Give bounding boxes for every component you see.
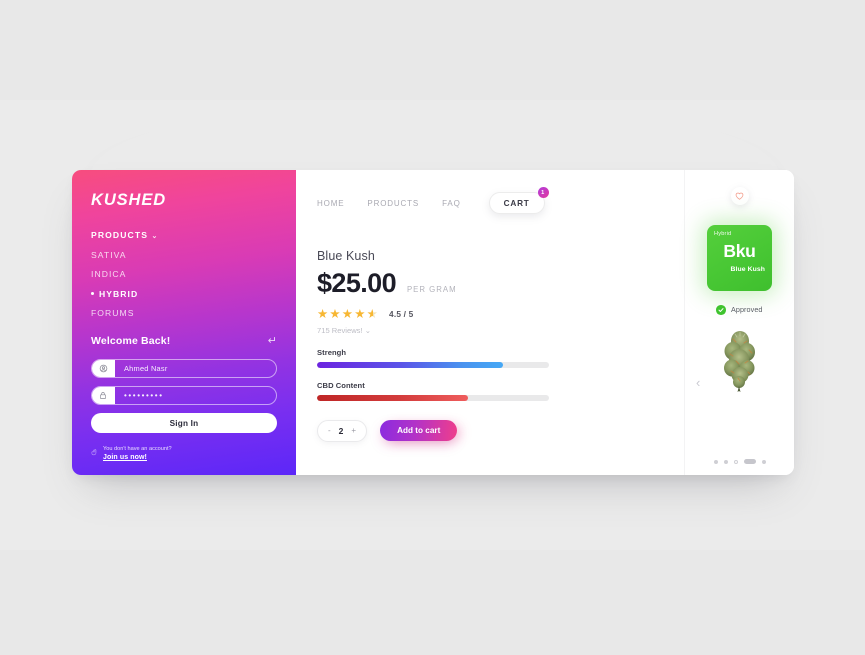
cbd-track: [317, 394, 549, 401]
product-price: $25.00: [317, 268, 397, 298]
app-window: KUSHED PRODUCTS ⌄ SATIVA INDICA HYBRID F…: [72, 170, 794, 475]
star-rating-icon[interactable]: ★★★★★: [317, 308, 379, 321]
welcome-title: Welcome Back!: [91, 334, 171, 347]
check-circle-icon: [716, 305, 726, 315]
quantity-value: 2: [338, 425, 344, 436]
main-content: HOME PRODUCTS FAQ CART 1 Blue Kush $25.0…: [296, 170, 794, 475]
signup-row: You don't have an account? Join us now!: [91, 444, 277, 462]
sidebar-item-indica[interactable]: INDICA: [91, 269, 277, 279]
sidebar-item-label: HYBRID: [99, 288, 139, 299]
approved-badge: Approved: [716, 305, 762, 315]
username-value: Ahmed Nasr: [124, 364, 168, 373]
cart-badge: 1: [537, 187, 549, 198]
star-half-icon: ★: [366, 307, 380, 321]
nav-item-products[interactable]: PRODUCTS: [367, 199, 419, 208]
strain-type-label: Hybrid: [714, 231, 732, 237]
signup-text-block: You don't have an account? Join us now!: [103, 445, 172, 461]
welcome-row: Welcome Back! ↵: [91, 334, 277, 348]
password-field[interactable]: •••••••••: [91, 386, 277, 405]
pager-dot[interactable]: [713, 459, 718, 464]
strain-name-label: Blue Kush: [730, 266, 765, 273]
reviews-count-label: 715 Reviews!: [317, 325, 363, 335]
nav-item-faq[interactable]: FAQ: [442, 199, 461, 208]
carousel-pager: [713, 459, 766, 464]
quantity-decrement-button[interactable]: -: [328, 426, 331, 435]
stars-full: ★★★★: [317, 307, 367, 321]
enter-arrow-icon[interactable]: ↵: [268, 334, 277, 347]
pager-dot-active[interactable]: [743, 459, 756, 464]
cbd-meter: CBD Content: [317, 381, 549, 401]
sidebar: KUSHED PRODUCTS ⌄ SATIVA INDICA HYBRID F…: [72, 170, 296, 475]
favorite-button[interactable]: [730, 187, 749, 205]
quantity-increment-button[interactable]: +: [351, 426, 356, 435]
background-band-top: [0, 0, 865, 100]
nav-item-home[interactable]: HOME: [317, 199, 344, 208]
strength-meter: Strengh: [317, 348, 549, 368]
quantity-stepper[interactable]: - 2 +: [317, 419, 368, 442]
strength-label: Strengh: [317, 347, 347, 357]
signup-question: You don't have an account?: [103, 445, 172, 452]
product-rail: Hybrid Bku Blue Kush Approved ‹: [684, 170, 794, 475]
sidebar-item-forums[interactable]: FORUMS: [91, 308, 277, 318]
strain-abbreviation: Bku: [723, 241, 756, 261]
sidebar-item-label: PRODUCTS: [91, 230, 149, 240]
brand-logo[interactable]: KUSHED: [91, 191, 277, 210]
pager-dot[interactable]: [733, 459, 738, 464]
hand-pointer-icon: [91, 444, 98, 462]
cbd-fill: [317, 394, 468, 401]
strain-card[interactable]: Hybrid Bku Blue Kush: [707, 225, 772, 291]
strength-track: [317, 361, 549, 368]
approved-label: Approved: [730, 305, 763, 315]
product-image[interactable]: [719, 327, 761, 393]
sidebar-item-sativa[interactable]: SATIVA: [91, 250, 277, 260]
sidebar-item-hybrid[interactable]: HYBRID: [91, 289, 277, 299]
add-to-cart-button[interactable]: Add to cart: [380, 420, 458, 441]
password-value: •••••••••: [124, 391, 164, 400]
price-unit-label: PER GRAM: [406, 285, 457, 294]
chevron-down-icon: ⌄: [151, 233, 159, 240]
active-bullet-icon: [91, 292, 94, 296]
sign-in-button[interactable]: Sign In: [91, 413, 277, 433]
sidebar-item-products[interactable]: PRODUCTS ⌄: [91, 230, 277, 240]
lock-icon: [92, 387, 115, 404]
prev-arrow-icon[interactable]: ‹: [696, 376, 700, 389]
cart-button[interactable]: CART 1: [488, 187, 549, 214]
signup-link[interactable]: Join us now!: [103, 454, 172, 461]
username-field[interactable]: Ahmed Nasr: [91, 359, 277, 378]
pager-dot[interactable]: [723, 459, 728, 464]
strength-fill: [317, 361, 503, 368]
rating-value: 4.5 / 5: [389, 309, 414, 320]
user-icon: [92, 360, 115, 377]
cbd-label: CBD Content: [317, 380, 365, 390]
heart-icon: [735, 187, 744, 205]
chevron-down-icon: ⌄: [364, 325, 372, 335]
background-band-bottom: [0, 550, 865, 655]
cart-label: CART: [503, 198, 530, 208]
pager-dot[interactable]: [761, 459, 766, 464]
